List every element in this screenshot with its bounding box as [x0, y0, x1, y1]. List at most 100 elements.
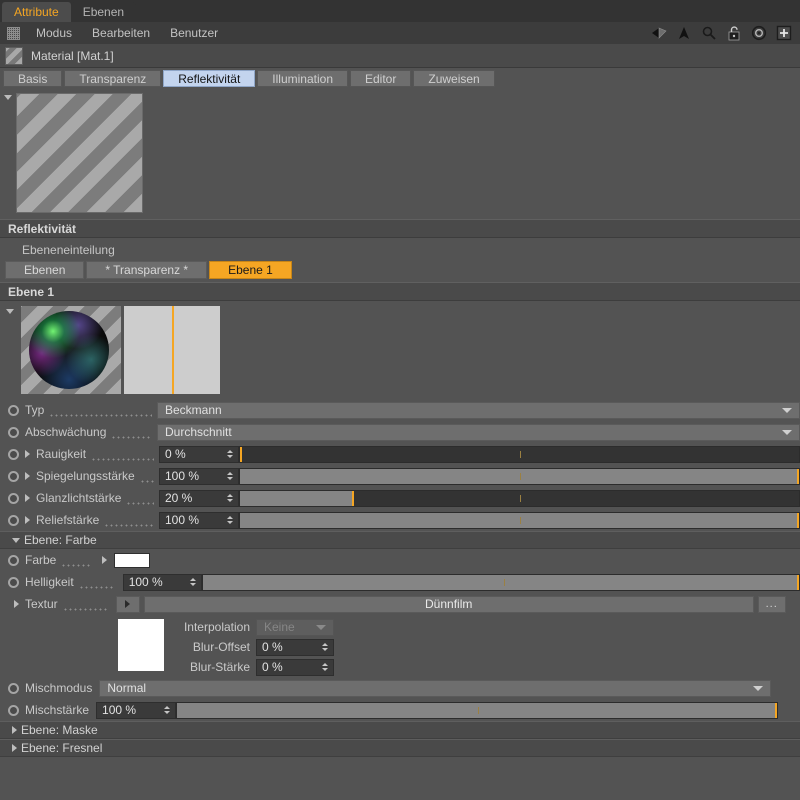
material-preview-block: [0, 89, 800, 219]
param-label-mischmodus: Mischmodus: [25, 681, 93, 695]
stepper-icon[interactable]: [319, 663, 330, 671]
texture-name-field[interactable]: Dünnfilm: [143, 595, 754, 613]
param-value-abschwaechung: Durchschnitt: [165, 425, 232, 439]
param-slider-helligkeit[interactable]: [202, 573, 800, 591]
param-label-textur: Textur: [25, 597, 58, 611]
param-label-rauigkeit: Rauigkeit: [36, 447, 87, 461]
stepper-icon[interactable]: [187, 578, 198, 586]
layer-gradient-preview[interactable]: [124, 306, 220, 394]
keyframe-dot-icon[interactable]: [8, 576, 19, 588]
keyframe-dot-icon[interactable]: [8, 554, 19, 566]
keyframe-dot-icon[interactable]: [8, 704, 19, 716]
stepper-icon[interactable]: [319, 643, 330, 651]
texture-name-value: Dünnfilm: [425, 597, 473, 611]
param-slider-rauigkeit[interactable]: [239, 445, 800, 463]
texture-thumbnail[interactable]: [118, 619, 164, 671]
slider-handle[interactable]: [797, 574, 799, 590]
back-arrow-icon[interactable]: [651, 25, 667, 41]
material-title: Material [Mat.1]: [31, 48, 114, 63]
slider-fill: [177, 702, 778, 718]
group-button-ebenen[interactable]: Ebenen: [5, 261, 85, 279]
section-header-ebene-farbe[interactable]: Ebene: Farbe: [0, 531, 800, 549]
layer-collapse-triangle-icon[interactable]: [6, 309, 14, 314]
tab-editor[interactable]: Editor: [350, 70, 412, 87]
param-row-abschwaechung: Abschwächung Durchschnitt: [0, 421, 800, 443]
plus-box-icon[interactable]: [776, 25, 792, 41]
expand-triangle-icon[interactable]: [25, 516, 30, 524]
color-swatch[interactable]: [114, 552, 151, 568]
mischstaerke-slider[interactable]: [176, 701, 779, 719]
menu-item-bearbeiten[interactable]: Bearbeiten: [82, 22, 160, 44]
section-header-ebene-maske[interactable]: Ebene: Maske: [0, 721, 800, 739]
keyframe-dot-icon[interactable]: [8, 682, 19, 694]
param-slider-glanzlichtstaerke[interactable]: [239, 489, 800, 507]
keyframe-dot-icon[interactable]: [8, 514, 19, 526]
slider-handle[interactable]: [351, 490, 354, 506]
mischmodus-combo[interactable]: Normal: [99, 679, 772, 697]
param-label-mischstaerke: Mischstärke: [25, 703, 90, 717]
slider-handle[interactable]: [797, 468, 799, 484]
interpolation-combo[interactable]: Keine: [256, 618, 334, 636]
expand-triangle-icon[interactable]: [25, 472, 30, 480]
grip-handle-icon[interactable]: [7, 26, 20, 40]
tab-illumination[interactable]: Illumination: [257, 70, 348, 87]
material-preview-image[interactable]: [16, 93, 143, 213]
section-header-ebene-fresnel[interactable]: Ebene: Fresnel: [0, 739, 800, 757]
search-icon[interactable]: [701, 25, 717, 41]
slider-handle[interactable]: [797, 512, 799, 528]
slider-center-tick: [504, 578, 506, 586]
keyframe-dot-icon[interactable]: [8, 448, 19, 460]
param-input-spiegelungsstaerke[interactable]: 100 %: [159, 467, 239, 485]
stepper-icon[interactable]: [224, 516, 235, 524]
mischstaerke-input[interactable]: 100 %: [96, 701, 177, 719]
blur-strength-input[interactable]: 0 %: [256, 658, 334, 676]
param-row-farbe: Farbe: [0, 549, 800, 571]
keyframe-dot-icon[interactable]: [8, 404, 19, 416]
param-slider-reliefstaerke[interactable]: [239, 511, 800, 529]
label-blur-offset: Blur-Offset: [192, 640, 250, 654]
expand-triangle-icon[interactable]: [102, 556, 108, 564]
texture-row-interpolation: Interpolation Keine: [168, 618, 334, 636]
param-input-glanzlichtstaerke[interactable]: 20 %: [159, 489, 239, 507]
expand-triangle-icon[interactable]: [14, 600, 19, 608]
section-header-ebene-1: Ebene 1: [0, 282, 800, 301]
slider-handle[interactable]: [775, 702, 778, 718]
label-interpolation: Interpolation: [183, 620, 250, 634]
collapse-triangle-icon[interactable]: [4, 95, 12, 100]
section-header-reflektivitaet: Reflektivität: [0, 219, 800, 238]
tab-reflektivitaet[interactable]: Reflektivität: [163, 70, 256, 87]
stepper-icon[interactable]: [224, 450, 235, 458]
expand-triangle-icon[interactable]: [25, 494, 30, 502]
target-icon[interactable]: [751, 25, 767, 41]
expand-triangle-icon[interactable]: [25, 450, 30, 458]
tab-transparenz[interactable]: Transparenz: [64, 70, 162, 87]
tab-basis[interactable]: Basis: [3, 70, 63, 87]
stepper-icon[interactable]: [224, 494, 235, 502]
slider-handle[interactable]: [240, 446, 242, 462]
menu-item-modus[interactable]: Modus: [26, 22, 82, 44]
up-arrow-icon[interactable]: [676, 25, 692, 41]
stepper-icon[interactable]: [161, 706, 172, 714]
texture-preview-button[interactable]: [115, 595, 140, 613]
layer-sphere-preview[interactable]: [21, 306, 121, 394]
window-tab-attribute[interactable]: Attribute: [2, 2, 71, 22]
param-combo-typ[interactable]: Beckmann: [157, 401, 800, 419]
keyframe-dot-icon[interactable]: [8, 492, 19, 504]
group-button-ebene-1[interactable]: Ebene 1: [209, 261, 292, 279]
blur-offset-input[interactable]: 0 %: [256, 638, 334, 656]
material-thumbnail[interactable]: [5, 46, 23, 65]
texture-more-button[interactable]: ...: [757, 595, 786, 613]
tab-zuweisen[interactable]: Zuweisen: [413, 70, 495, 87]
keyframe-dot-icon[interactable]: [8, 470, 19, 482]
group-button-transparenz[interactable]: * Transparenz *: [86, 261, 208, 279]
keyframe-dot-icon[interactable]: [8, 426, 19, 438]
window-tab-ebenen[interactable]: Ebenen: [70, 2, 137, 22]
lock-icon[interactable]: [726, 25, 742, 41]
param-combo-abschwaechung[interactable]: Durchschnitt: [157, 423, 800, 441]
param-input-helligkeit[interactable]: 100 %: [122, 573, 203, 591]
stepper-icon[interactable]: [224, 472, 235, 480]
menu-item-benutzer[interactable]: Benutzer: [160, 22, 228, 44]
param-input-reliefstaerke[interactable]: 100 %: [159, 511, 239, 529]
param-input-rauigkeit[interactable]: 0 %: [159, 445, 239, 463]
param-slider-spiegelungsstaerke[interactable]: [239, 467, 800, 485]
